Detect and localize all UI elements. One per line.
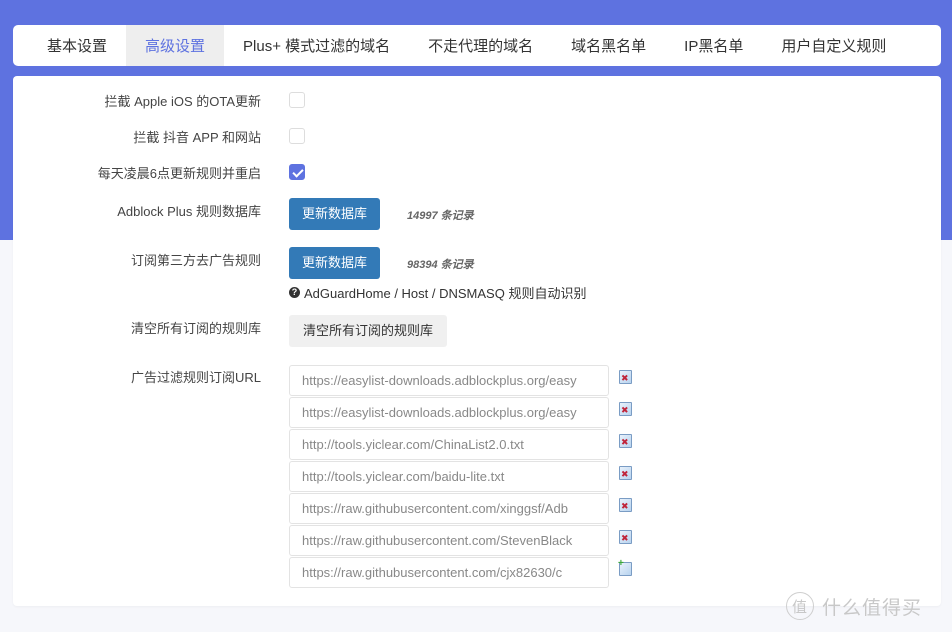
setting-daily-update: 每天凌晨6点更新规则并重启 — [13, 163, 941, 184]
rules-format-hint-text: AdGuardHome / Host / DNSMASQ 规则自动识别 — [304, 286, 587, 301]
subscription-url-input[interactable] — [289, 428, 609, 460]
tab-no-proxy-domains[interactable]: 不走代理的域名 — [409, 25, 552, 66]
subscription-url-input[interactable] — [289, 396, 609, 428]
remove-url-icon[interactable]: ✖ — [619, 530, 632, 544]
url-list-item: ✖ — [289, 364, 632, 396]
third-party-rules-label: 订阅第三方去广告规则 — [130, 253, 261, 268]
subscription-url-list: ✖ ✖ ✖ ✖ ✖ ✖ + — [289, 364, 632, 588]
block-douyin-label: 拦截 抖音 APP 和网站 — [133, 130, 261, 145]
adblock-record-count: 14997 条记录 — [407, 210, 474, 222]
tab-ip-blacklist[interactable]: IP黑名单 — [665, 25, 762, 66]
remove-url-icon[interactable]: ✖ — [619, 370, 632, 384]
subscription-urls-label: 广告过滤规则订阅URL — [130, 370, 261, 385]
subscription-url-input[interactable] — [289, 492, 609, 524]
url-list-item: ✖ — [289, 524, 632, 556]
subscription-url-input[interactable] — [289, 460, 609, 492]
watermark-badge-icon: 值 — [786, 592, 814, 620]
update-third-party-db-button[interactable]: 更新数据库 — [289, 247, 381, 279]
url-list-item: + — [289, 556, 632, 588]
settings-tabs: 基本设置 高级设置 Plus+ 模式过滤的域名 不走代理的域名 域名黑名单 IP… — [13, 25, 941, 66]
block-douyin-checkbox[interactable] — [289, 128, 305, 144]
adblock-plus-db-label: Adblock Plus 规则数据库 — [117, 204, 261, 219]
subscription-url-input[interactable] — [289, 556, 609, 588]
watermark: 值 什么值得买 — [786, 592, 922, 620]
remove-url-icon[interactable]: ✖ — [619, 498, 632, 512]
clear-all-rules-button[interactable]: 清空所有订阅的规则库 — [289, 315, 448, 347]
tab-plus-mode-domains[interactable]: Plus+ 模式过滤的域名 — [224, 25, 409, 66]
subscription-url-input[interactable] — [289, 364, 609, 396]
rules-format-hint: ? AdGuardHome / Host / DNSMASQ 规则自动识别 — [289, 283, 586, 302]
clear-rules-label: 清空所有订阅的规则库 — [130, 321, 261, 336]
url-list-item: ✖ — [289, 492, 632, 524]
url-list-item: ✖ — [289, 396, 632, 428]
update-adblock-db-button[interactable]: 更新数据库 — [289, 198, 381, 230]
block-ios-ota-label: 拦截 Apple iOS 的OTA更新 — [104, 94, 261, 109]
tab-advanced-settings[interactable]: 高级设置 — [126, 25, 225, 66]
question-circle-icon: ? — [289, 287, 300, 298]
daily-update-label: 每天凌晨6点更新规则并重启 — [97, 166, 261, 181]
url-list-item: ✖ — [289, 460, 632, 492]
tab-custom-rules[interactable]: 用户自定义规则 — [762, 25, 905, 66]
advanced-settings-panel: 拦截 Apple iOS 的OTA更新 拦截 抖音 APP 和网站 每天凌晨6点… — [13, 76, 941, 606]
tab-basic-settings[interactable]: 基本设置 — [28, 25, 126, 66]
tab-domain-blacklist[interactable]: 域名黑名单 — [552, 25, 665, 66]
url-list-item: ✖ — [289, 428, 632, 460]
remove-url-icon[interactable]: ✖ — [619, 434, 632, 448]
third-party-record-count: 98394 条记录 — [407, 259, 474, 271]
block-ios-ota-checkbox[interactable] — [289, 92, 305, 108]
remove-url-icon[interactable]: ✖ — [619, 466, 632, 480]
add-url-icon[interactable]: + — [618, 559, 632, 576]
watermark-text: 什么值得买 — [822, 597, 923, 619]
remove-url-icon[interactable]: ✖ — [619, 402, 632, 416]
subscription-url-input[interactable] — [289, 524, 609, 556]
daily-update-checkbox[interactable] — [289, 164, 305, 180]
